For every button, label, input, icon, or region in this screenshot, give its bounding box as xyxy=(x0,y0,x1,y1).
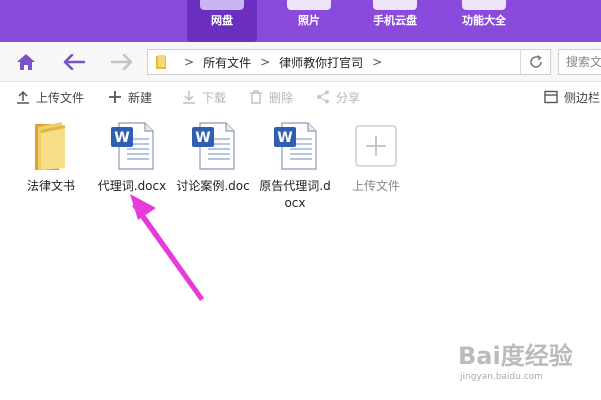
chevron-right-icon: > xyxy=(372,55,383,69)
refresh-button[interactable] xyxy=(520,50,550,74)
nav-item-photos[interactable]: 照片 xyxy=(274,0,344,42)
download-label: 下载 xyxy=(202,90,227,105)
home-button[interactable] xyxy=(14,51,38,73)
nav-item-label: 手机云盘 xyxy=(373,14,417,27)
address-row: > 所有文件 > 律师教你打官司 > 搜索文件 xyxy=(0,42,601,82)
delete-button[interactable]: 删除 xyxy=(249,87,293,107)
home-icon xyxy=(17,54,35,70)
download-icon xyxy=(182,90,196,104)
upload-icon xyxy=(16,90,30,104)
upload-button[interactable]: 上传文件 xyxy=(16,87,84,107)
watermark-logo: Bai度经验 xyxy=(458,342,573,370)
search-input[interactable]: 搜索文件 xyxy=(558,49,601,75)
arrow-right-icon xyxy=(111,54,133,70)
refresh-icon xyxy=(529,55,542,68)
plus-icon xyxy=(108,90,122,104)
share-button[interactable]: 分享 xyxy=(316,87,360,107)
nav-item-label: 功能大全 xyxy=(462,14,506,27)
forward-button[interactable] xyxy=(110,51,134,73)
chevron-right-icon: > xyxy=(184,55,195,69)
back-button[interactable] xyxy=(62,51,86,73)
nav-item-features[interactable]: 功能大全 xyxy=(446,0,522,42)
breadcrumb-all-files[interactable]: 所有文件 xyxy=(203,54,251,71)
folder-icon xyxy=(156,54,166,69)
toolbar: 上传文件 新建 下载 删除 分享 侧边栏 xyxy=(0,83,601,111)
sidebar-icon xyxy=(544,90,558,104)
share-icon xyxy=(316,90,330,104)
nav-item-phone-cloud[interactable]: 手机云盘 xyxy=(357,0,433,42)
watermark-url: jingyan.baidu.com xyxy=(460,372,544,382)
sidebar-toggle-button[interactable]: 侧边栏 xyxy=(544,87,600,107)
share-label: 分享 xyxy=(336,90,361,105)
phone-cloud-icon xyxy=(373,0,417,10)
delete-label: 删除 xyxy=(269,90,294,105)
breadcrumb-current-folder[interactable]: 律师教你打官司 xyxy=(279,54,363,71)
arrow-left-icon xyxy=(63,54,85,70)
netdisk-icon xyxy=(200,0,244,10)
chevron-right-icon: > xyxy=(260,55,271,69)
features-icon xyxy=(462,0,506,10)
photos-icon xyxy=(287,0,331,10)
top-bar: 网盘 照片 手机云盘 功能大全 xyxy=(0,0,601,42)
path-bar[interactable]: > 所有文件 > 律师教你打官司 > xyxy=(147,49,551,75)
watermark: Bai度经验 jingyan.baidu.com xyxy=(458,336,598,396)
trash-icon xyxy=(249,90,263,104)
download-button[interactable]: 下载 xyxy=(182,87,226,107)
nav-item-label: 网盘 xyxy=(211,14,233,27)
nav-item-label: 照片 xyxy=(298,14,320,27)
sidebar-label: 侧边栏 xyxy=(564,90,601,105)
nav-item-netdisk[interactable]: 网盘 xyxy=(187,0,257,42)
new-button[interactable]: 新建 xyxy=(108,87,152,107)
upload-label: 上传文件 xyxy=(36,90,85,105)
new-label: 新建 xyxy=(128,90,153,105)
